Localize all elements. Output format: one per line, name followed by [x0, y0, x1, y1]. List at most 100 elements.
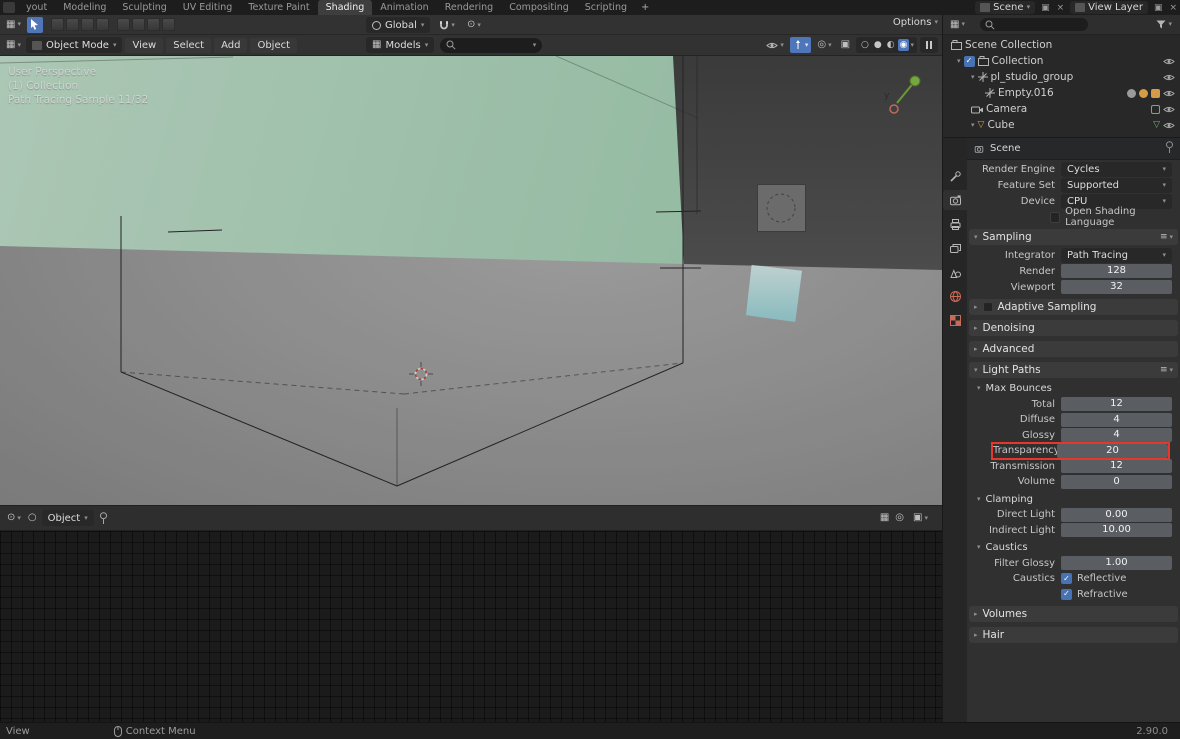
reflective-checkbox[interactable]: ✓: [1061, 573, 1072, 584]
light-paths-section-header[interactable]: ▾ Light Paths ≡ ▾: [969, 362, 1178, 378]
advanced-section-header[interactable]: ▸ Advanced: [969, 341, 1178, 357]
tool-settings-icon[interactable]: [65, 18, 79, 31]
tab-scene-properties[interactable]: [943, 262, 967, 282]
xray-toggle[interactable]: ▣: [838, 37, 853, 53]
options-dropdown[interactable]: Options ▾: [893, 17, 938, 28]
shader-header-icon[interactable]: ◎: [895, 513, 904, 523]
tab-view-layer-properties[interactable]: [943, 238, 967, 258]
tab-tool[interactable]: [943, 166, 967, 186]
tab-output-properties[interactable]: [943, 214, 967, 234]
volume-bounces-field[interactable]: 0: [1061, 474, 1172, 489]
integrator-dropdown[interactable]: Path Tracing ▾: [1061, 247, 1172, 263]
hair-section-header[interactable]: ▸ Hair: [969, 627, 1178, 643]
total-bounces-field[interactable]: 12: [1061, 397, 1172, 411]
expand-icon[interactable]: ▾: [957, 57, 961, 65]
transparency-bounces-field[interactable]: 20: [1057, 443, 1168, 458]
refractive-checkbox[interactable]: ✓: [1061, 588, 1072, 600]
outliner-item-pl-studio-group[interactable]: ▾ pl_studio_group: [943, 69, 1180, 85]
object-visibility-dropdown[interactable]: ▾: [763, 37, 787, 53]
eye-icon[interactable]: [1163, 121, 1175, 130]
shader-type-dropdown[interactable]: Object ▾: [41, 510, 94, 526]
camera-data-icon[interactable]: [1151, 104, 1160, 114]
samples-viewport-field[interactable]: 32: [1061, 280, 1172, 294]
volumes-section-header[interactable]: ▸ Volumes: [969, 606, 1178, 622]
collection-checkbox[interactable]: ✓: [963, 55, 975, 67]
adaptive-sampling-checkbox[interactable]: [982, 302, 993, 312]
shading-wireframe-button[interactable]: ○: [859, 39, 871, 51]
workspace-tab-compositing[interactable]: Compositing: [501, 0, 577, 15]
proportional-editing-toggle[interactable]: ⊙ ▾: [464, 17, 484, 33]
caustics-subpanel-header[interactable]: ▾ Caustics: [977, 541, 1178, 554]
denoising-section-header[interactable]: ▸ Denoising: [969, 320, 1178, 336]
tab-texture-properties[interactable]: [943, 310, 967, 330]
tool-settings-icon[interactable]: [146, 18, 160, 31]
outliner-item-camera[interactable]: Camera: [943, 101, 1180, 117]
tool-settings-icon[interactable]: [80, 18, 94, 31]
transform-orientation-dropdown[interactable]: Global ▾: [366, 17, 431, 33]
workspace-tab-sculpting[interactable]: Sculpting: [114, 0, 174, 15]
delete-scene-button[interactable]: ×: [1056, 3, 1066, 13]
overlays-toggle[interactable]: ◎ ▾: [814, 37, 834, 53]
pause-render-button[interactable]: [920, 37, 938, 53]
sampling-section-header[interactable]: ▾ Sampling ≡ ▾: [969, 229, 1178, 245]
tool-settings-icon[interactable]: [50, 18, 64, 31]
scene-selector[interactable]: Scene ▾: [975, 1, 1036, 14]
workspace-tab-scripting[interactable]: Scripting: [577, 0, 635, 15]
menu-select[interactable]: Select: [166, 37, 212, 53]
shader-editor-canvas[interactable]: [0, 531, 942, 722]
workspace-tab-layout[interactable]: yout: [18, 0, 55, 15]
shader-header-icon[interactable]: ▦: [880, 513, 889, 523]
viewport-canvas[interactable]: y User Perspective (1) Collection Path T…: [0, 56, 942, 505]
editor-type-dropdown[interactable]: ▦ ▾: [4, 40, 23, 50]
active-tool-button[interactable]: [26, 16, 43, 33]
datablock-icon[interactable]: [1139, 88, 1148, 98]
preset-menu-icon[interactable]: ≡ ▾: [1160, 365, 1173, 375]
editor-type-dropdown[interactable]: ⊙ ▾: [5, 513, 23, 523]
workspace-tab-texture-paint[interactable]: Texture Paint: [240, 0, 317, 15]
workspace-tab-animation[interactable]: Animation: [372, 0, 436, 15]
asset-library-dropdown[interactable]: ▦ Models ▾: [366, 37, 435, 53]
mode-dropdown[interactable]: Object Mode ▾: [25, 37, 123, 53]
eye-icon[interactable]: [1163, 89, 1175, 98]
filter-glossy-field[interactable]: 1.00: [1061, 556, 1172, 570]
app-menu-icon[interactable]: [3, 2, 15, 13]
expand-icon[interactable]: ▾: [971, 121, 975, 129]
snap-toggle[interactable]: ▾: [436, 17, 458, 33]
shading-rendered-button[interactable]: ◉: [897, 39, 910, 51]
samples-render-field[interactable]: 128: [1061, 264, 1172, 278]
preset-menu-icon[interactable]: ≡ ▾: [1160, 232, 1173, 242]
editor-type-dropdown[interactable]: ▦ ▾: [948, 19, 967, 30]
new-view-layer-button[interactable]: ▣: [1153, 3, 1164, 13]
workspace-tab-rendering[interactable]: Rendering: [437, 0, 502, 15]
indirect-light-field[interactable]: 10.00: [1061, 523, 1172, 537]
new-scene-button[interactable]: ▣: [1040, 3, 1051, 13]
outliner-item-collection[interactable]: ▾ ✓ Collection: [943, 53, 1180, 69]
expand-icon[interactable]: ▾: [971, 73, 975, 81]
outliner-item-scene-collection[interactable]: Scene Collection: [943, 37, 1180, 53]
outliner-filter-dropdown[interactable]: ▾: [1153, 17, 1175, 33]
clamping-subpanel-header[interactable]: ▾ Clamping: [977, 493, 1178, 506]
workspace-tab-shading[interactable]: Shading: [317, 0, 373, 15]
shader-header-icon[interactable]: ▣ ▾: [910, 510, 931, 526]
add-workspace-button[interactable]: +: [635, 0, 655, 15]
outliner-search-input[interactable]: [979, 18, 1088, 31]
glossy-bounces-field[interactable]: 4: [1061, 428, 1172, 442]
eye-icon[interactable]: [1163, 57, 1175, 66]
shading-material-button[interactable]: ◐: [885, 39, 897, 51]
asset-search-input[interactable]: ▾: [440, 37, 543, 53]
transmission-bounces-field[interactable]: 12: [1061, 459, 1172, 473]
datablock-icon[interactable]: [1127, 88, 1136, 98]
osl-checkbox[interactable]: [1050, 211, 1061, 223]
render-engine-dropdown[interactable]: Cycles ▾: [1061, 161, 1172, 177]
eye-icon[interactable]: [1163, 105, 1175, 114]
eye-icon[interactable]: [1163, 73, 1175, 82]
tool-settings-icon[interactable]: [95, 18, 109, 31]
editor-type-dropdown[interactable]: ▦ ▾: [4, 19, 23, 30]
outliner-item-empty-016[interactable]: Empty.016: [943, 85, 1180, 101]
tab-world-properties[interactable]: [943, 286, 967, 306]
menu-object[interactable]: Object: [250, 37, 298, 53]
menu-view[interactable]: View: [125, 37, 164, 53]
tool-settings-icon[interactable]: [161, 18, 175, 31]
tab-render-properties[interactable]: [943, 190, 967, 210]
workspace-tab-uv-editing[interactable]: UV Editing: [175, 0, 241, 15]
